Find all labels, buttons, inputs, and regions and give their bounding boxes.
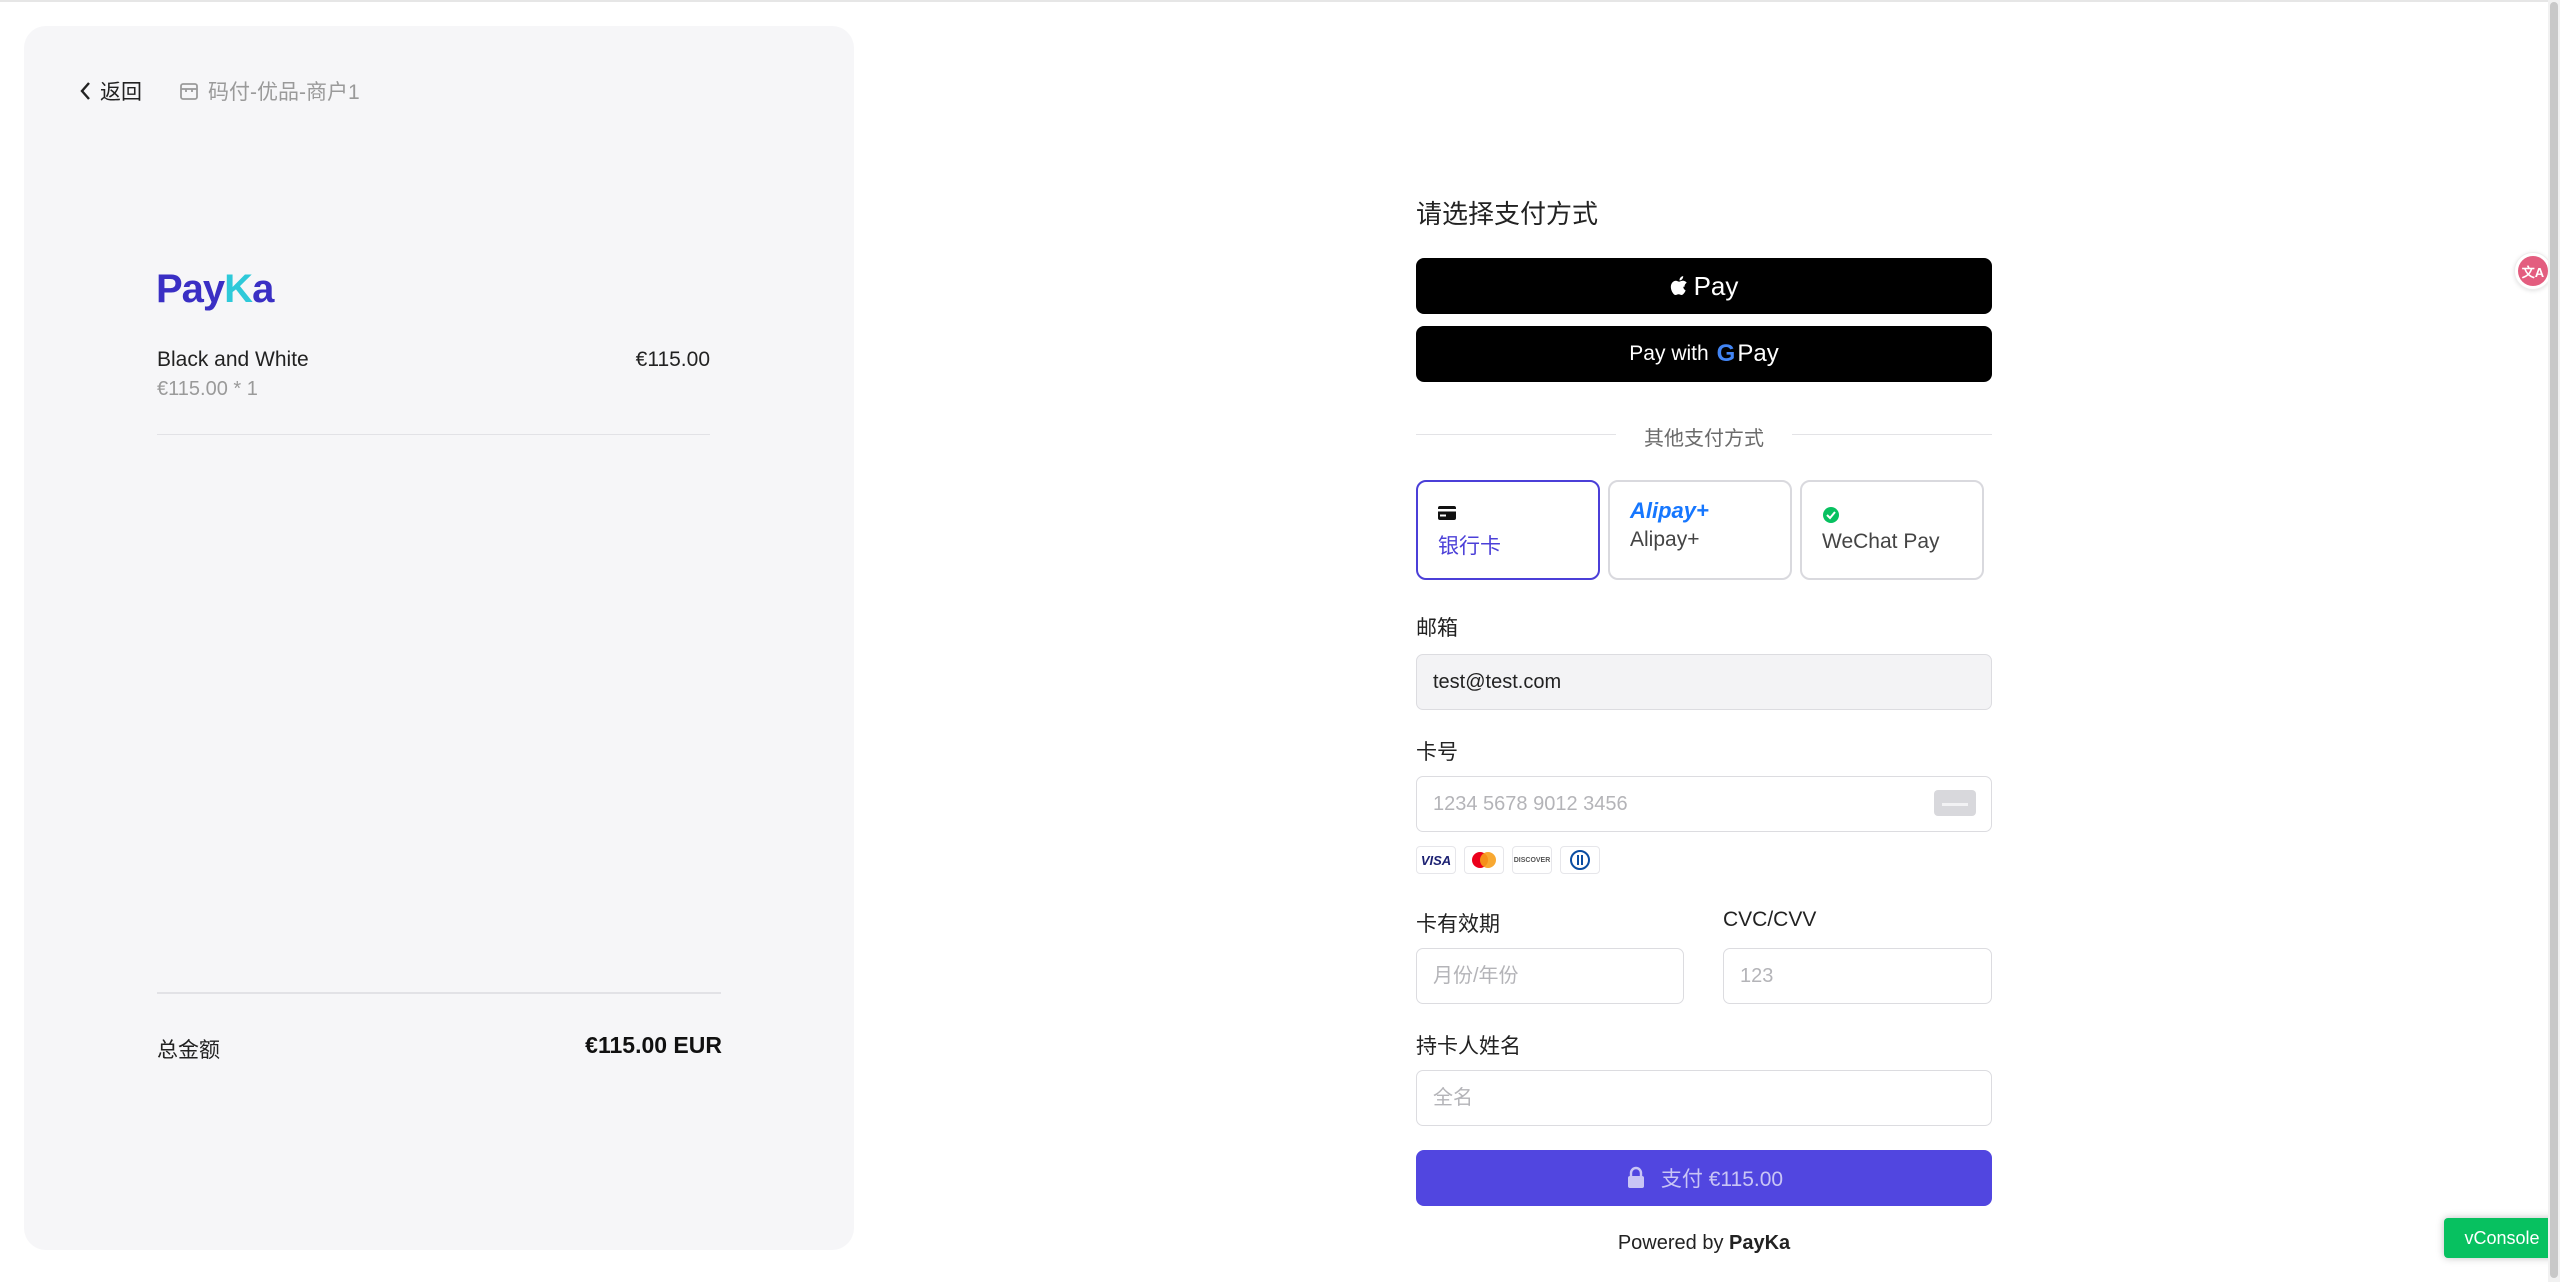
top-border [0, 0, 2560, 2]
back-button[interactable]: 返回 [78, 76, 142, 106]
logo-text-k: K [224, 267, 253, 311]
wechat-icon [1823, 507, 1839, 523]
method-bank-card[interactable]: 银行卡 [1416, 480, 1600, 580]
method-bank-card-label: 银行卡 [1438, 535, 1501, 558]
email-field[interactable] [1416, 654, 1992, 710]
google-pay-suffix: Pay [1737, 340, 1779, 367]
email-label: 邮箱 [1416, 617, 1458, 640]
card-placeholder-icon [1934, 790, 1976, 816]
merchant-logo: PayKa [156, 266, 274, 312]
cardholder-input[interactable] [1416, 1070, 1992, 1126]
chevron-left-icon [80, 82, 90, 100]
method-alipay[interactable]: Alipay+ Alipay+ [1608, 480, 1792, 580]
pay-button-label: 支付 €115.00 [1660, 1168, 1784, 1191]
powered-by: Powered by PayKa [1416, 1232, 1992, 1255]
powered-brand: PayKa [1729, 1232, 1791, 1254]
diners-icon [1560, 846, 1600, 874]
total-value: €115.00 EUR [585, 1032, 722, 1058]
cardholder-label: 持卡人姓名 [1416, 1035, 1521, 1058]
lock-icon [1627, 1166, 1644, 1188]
item-price: €115.00 [635, 348, 710, 371]
discover-icon: DISCOVER [1512, 846, 1552, 874]
translate-icon[interactable]: 文A [2514, 252, 2552, 290]
payment-method-options: 银行卡 Alipay+ Alipay+ WeChat Pay [1416, 480, 1992, 582]
logo-text-end: a [252, 267, 274, 311]
google-pay-prefix: Pay with [1629, 342, 1709, 365]
method-wechat[interactable]: WeChat Pay [1800, 480, 1984, 580]
logo-text-main: Pay [156, 267, 225, 311]
google-g-icon: G [1716, 340, 1736, 367]
alipay-logo-icon: Alipay+ [1630, 498, 1709, 523]
merchant-info: 码付-优品-商户1 [178, 76, 360, 106]
method-wechat-label: WeChat Pay [1822, 530, 1940, 553]
item-quantity: €115.00 * 1 [157, 378, 258, 400]
payment-heading: 请选择支付方式 [1416, 199, 1599, 229]
other-methods-divider: 其他支付方式 [1416, 420, 1992, 450]
other-methods-label: 其他支付方式 [1630, 428, 1778, 450]
back-label: 返回 [100, 81, 142, 104]
order-summary-panel: 返回 码付-优品-商户1 PayKa Black and White €115.… [24, 26, 854, 1250]
item-divider [157, 434, 710, 435]
vconsole-button[interactable]: vConsole [2444, 1218, 2560, 1258]
apple-pay-label: Pay [1693, 270, 1739, 301]
total-label: 总金额 [157, 1039, 220, 1062]
card-number-label: 卡号 [1416, 741, 1458, 764]
apple-icon [1670, 276, 1687, 295]
powered-prefix: Powered by [1617, 1232, 1724, 1254]
payment-form: 请选择支付方式 Pay Pay with G Pay 其他支付方式 银行卡 Al… [1416, 0, 1992, 1282]
expiry-label: 卡有效期 [1416, 913, 1500, 936]
credit-card-icon [1438, 506, 1456, 520]
apple-pay-button[interactable]: Pay [1416, 258, 1992, 314]
google-pay-button[interactable]: Pay with G Pay [1416, 326, 1992, 382]
cvc-label: CVC/CVV [1723, 908, 1817, 931]
card-brand-list: VISA DISCOVER [1416, 846, 1600, 874]
pay-button[interactable]: 支付 €115.00 [1416, 1150, 1992, 1206]
item-name: Black and White [157, 348, 309, 371]
visa-icon: VISA [1416, 846, 1456, 874]
translate-glyph: 文A [2518, 256, 2548, 286]
total-divider [157, 992, 721, 994]
merchant-name: 码付-优品-商户1 [208, 81, 360, 104]
card-number-input[interactable] [1416, 776, 1992, 832]
page-scrollbar[interactable] [2548, 0, 2560, 1282]
expiry-input[interactable] [1416, 948, 1684, 1004]
cvc-input[interactable] [1723, 948, 1992, 1004]
store-icon [180, 83, 198, 100]
method-alipay-label: Alipay+ [1630, 528, 1700, 551]
mastercard-icon [1464, 846, 1504, 874]
